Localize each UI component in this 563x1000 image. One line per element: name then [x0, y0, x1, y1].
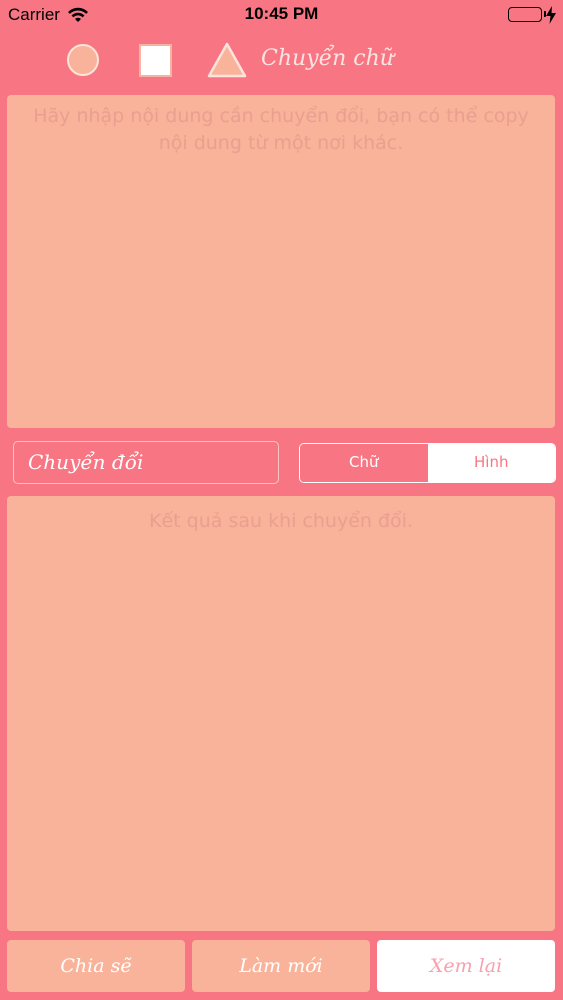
review-button-label: Xem lại — [429, 955, 503, 977]
convert-button[interactable]: Chuyển đổi — [13, 441, 279, 484]
review-button[interactable]: Xem lại — [377, 940, 555, 992]
input-textarea[interactable]: Hãy nhập nội dung cần chuyển đổi, bạn có… — [7, 95, 555, 428]
circle-icon[interactable] — [67, 44, 99, 76]
page-title: Chuyển chữ — [261, 46, 394, 71]
segment-text-label: Chữ — [349, 453, 379, 471]
output-placeholder: Kết quả sau khi chuyển đổi. — [149, 510, 413, 532]
bolt-icon — [546, 6, 556, 24]
battery-icon — [508, 7, 546, 22]
input-placeholder: Hãy nhập nội dung cần chuyển đổi, bạn có… — [33, 105, 529, 154]
status-bar: Carrier 10:45 PM — [0, 0, 563, 30]
share-button-label: Chia sẽ — [60, 955, 132, 977]
reset-button[interactable]: Làm mới — [192, 940, 370, 992]
segment-image-label: Hình — [474, 453, 509, 471]
convert-button-label: Chuyển đổi — [28, 450, 144, 474]
reset-button-label: Làm mới — [239, 955, 323, 977]
triangle-icon[interactable] — [207, 42, 247, 78]
segment-image[interactable]: Hình — [427, 444, 555, 482]
output-textarea[interactable]: Kết quả sau khi chuyển đổi. — [7, 496, 555, 931]
clock: 10:45 PM — [244, 4, 319, 23]
segment-text[interactable]: Chữ — [300, 444, 428, 482]
toolbar: Chuyển chữ — [0, 40, 563, 86]
mode-segmented-control: Chữ Hình — [299, 443, 556, 483]
share-button[interactable]: Chia sẽ — [7, 940, 185, 992]
square-icon[interactable] — [139, 44, 172, 77]
